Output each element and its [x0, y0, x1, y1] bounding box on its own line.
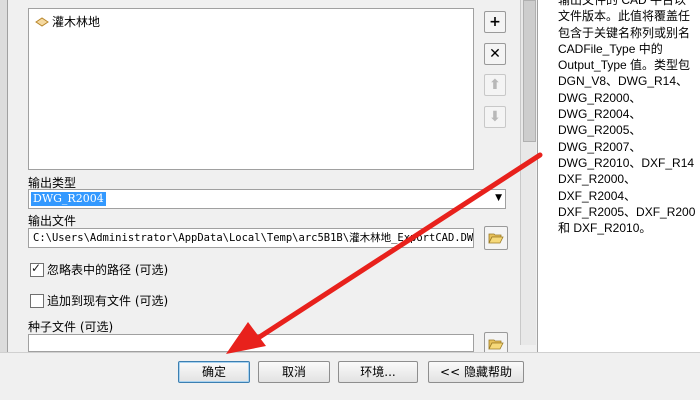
cancel-button[interactable]: 取消 — [258, 361, 330, 383]
move-up-button[interactable]: ⬆ — [484, 74, 506, 96]
arrow-down-icon: ⬇ — [489, 109, 501, 125]
form-scrollbar[interactable] — [520, 0, 536, 345]
append-checkbox[interactable] — [30, 293, 44, 308]
help-line: DWG_R2007、 — [558, 139, 642, 154]
environments-button[interactable]: 环境... — [338, 361, 418, 383]
help-line: DGN_V8、DWG_R14、 — [558, 74, 689, 89]
help-line: DWG_R2010、DXF_R14 — [558, 155, 695, 170]
output-file-label: 输出文件 — [28, 214, 77, 228]
help-line: 输出文件的 CAD 平台以 — [558, 0, 687, 7]
help-line: 和 DXF_R2010。 — [558, 221, 652, 236]
ok-button[interactable]: 确定 — [178, 361, 250, 383]
scrollbar-thumb[interactable] — [523, 0, 536, 142]
ignore-paths-label: 忽略表中的路径 (可选) — [47, 263, 169, 277]
plus-icon: + — [489, 14, 501, 30]
list-item[interactable]: 灌木林地 — [35, 13, 100, 30]
help-line: DWG_R2000、 — [558, 90, 642, 105]
help-panel: 输出文件的 CAD 平台以 文件版本。此值将覆盖任 包含于关键名称列或别名 CA… — [537, 0, 700, 360]
move-down-button[interactable]: ⬇ — [484, 106, 506, 128]
help-line: 包含于关键名称列或别名 — [558, 25, 691, 40]
help-line: DWG_R2005、 — [558, 123, 642, 138]
help-line: Output_Type 值。类型包 — [558, 58, 691, 73]
seed-file-label: 种子文件 (可选) — [28, 320, 114, 334]
ignore-paths-checkbox[interactable] — [30, 261, 44, 277]
add-button[interactable]: + — [484, 11, 506, 33]
help-line: DXF_R2000、 — [558, 172, 637, 187]
chevron-down-icon[interactable]: ▼ — [495, 193, 502, 203]
arrow-up-icon: ⬆ — [489, 77, 501, 93]
help-line: CADFile_Type 中的 — [558, 41, 663, 56]
output-file-input[interactable]: C:\Users\Administrator\AppData\Local\Tem… — [28, 228, 474, 248]
browse-output-button[interactable] — [484, 226, 508, 250]
output-type-select[interactable]: DWG_R2004 ▼ — [28, 189, 506, 209]
help-line: DXF_R2004、 — [558, 188, 637, 203]
help-line: DXF_R2005、DXF_R200 — [558, 204, 696, 219]
append-option[interactable]: 追加到现有文件 (可选) — [30, 292, 168, 309]
append-label: 追加到现有文件 (可选) — [47, 294, 169, 308]
seed-file-input[interactable] — [28, 334, 474, 352]
left-window-edge — [0, 0, 8, 400]
polygon-layer-icon — [35, 16, 49, 27]
list-item-label: 灌木林地 — [52, 15, 101, 29]
folder-open-icon — [488, 339, 504, 350]
help-line: DWG_R2004、 — [558, 107, 642, 122]
hide-help-button[interactable]: << 隐藏帮助 — [428, 361, 524, 383]
ignore-paths-option[interactable]: 忽略表中的路径 (可选) — [30, 261, 168, 278]
help-line: 文件版本。此值将覆盖任 — [558, 9, 691, 24]
output-type-value: DWG_R2004 — [31, 192, 106, 206]
help-text: 输出文件的 CAD 平台以 文件版本。此值将覆盖任 包含于关键名称列或别名 CA… — [558, 0, 700, 236]
close-icon: ✕ — [489, 46, 501, 62]
input-features-list[interactable]: 灌木林地 — [28, 8, 474, 170]
folder-open-icon — [488, 233, 504, 244]
remove-button[interactable]: ✕ — [484, 43, 506, 65]
